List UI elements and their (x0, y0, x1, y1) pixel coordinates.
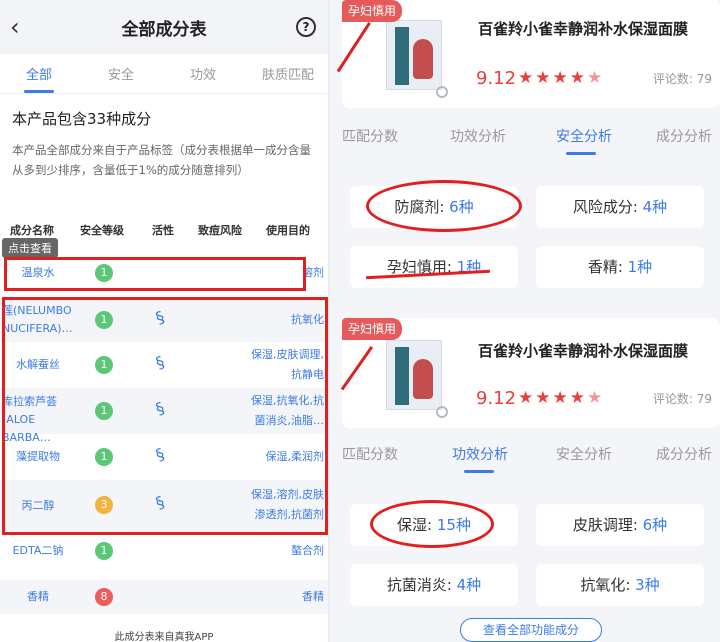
active-tab-indicator (566, 152, 596, 155)
stat-antioxidant[interactable]: 抗氧化: 3种 (536, 564, 704, 606)
packaging-figure (413, 359, 433, 399)
stat-fragrance[interactable]: 香精: 1种 (536, 246, 704, 288)
stat-label: 皮肤调理: (572, 516, 643, 534)
product-name: 百雀羚小雀幸静润补水保湿面膜 (478, 342, 689, 360)
stat-label: 抗菌消炎: (386, 576, 457, 594)
tab-efficacy[interactable]: 功效 (190, 64, 216, 83)
active-tab-indicator (24, 90, 54, 93)
analysis-tabs: 匹配分数 功效分析 安全分析 成分分析 (330, 122, 720, 158)
composite-screenshot: ‹ 全部成分表 ? 全部 安全 功效 肤质匹配 本产品包含33种成分 本产品全部… (0, 0, 720, 642)
annotation-box (4, 257, 306, 291)
tab-ingredient-analysis[interactable]: 成分分析 (656, 126, 712, 146)
stat-value: 3种 (635, 576, 660, 594)
pregnancy-caution-tag: 孕妇慎用 (342, 318, 403, 340)
product-name: 百雀羚小雀幸静润补水保湿面膜 (478, 20, 689, 38)
zoom-icon[interactable] (436, 86, 448, 98)
rating-stars: ★★★★★ (518, 388, 604, 408)
table-row[interactable]: 香精 8 香精 (0, 580, 328, 614)
filter-tabs: 全部 安全 功效 肤质匹配 (0, 54, 328, 94)
header-purpose: 使用目的 (266, 224, 310, 237)
ingredient-purpose: 螯合剂 (291, 544, 324, 557)
ingredient-name[interactable]: 香精 (0, 588, 76, 606)
stat-value: 4种 (642, 198, 668, 216)
star-icon: ★★★★ (518, 388, 587, 408)
view-all-functions-button[interactable]: 查看全部功能成分 (460, 618, 602, 642)
rating-stars: ★★★★★ (518, 68, 604, 88)
tab-efficacy-analysis[interactable]: 功效分析 (450, 126, 506, 146)
tab-skin-match[interactable]: 肤质匹配 (262, 64, 314, 83)
tab-match-score[interactable]: 匹配分数 (342, 126, 398, 146)
safety-level-badge: 1 (95, 542, 113, 560)
header-safety-level: 安全等级 (80, 224, 124, 237)
product-analysis-panel: 百雀羚小雀幸静润补水保湿面膜 9.12 ★★★★★ 评论数: 79 孕妇慎用 匹… (330, 0, 720, 642)
annotation-circle (366, 180, 522, 232)
product-score: 9.12 (476, 388, 517, 409)
ingredient-purpose: 香精 (302, 590, 324, 603)
summary-title: 本产品包含33种成分 (12, 110, 152, 128)
header-name: 成分名称 (10, 224, 54, 237)
stat-pregnancy-caution[interactable]: 孕妇慎用: 1种 (350, 246, 518, 288)
half-star-icon: ★ (586, 388, 605, 408)
product-image (386, 20, 442, 90)
packaging-figure (413, 39, 433, 79)
packaging-stripe (395, 347, 409, 405)
tab-match-score[interactable]: 匹配分数 (342, 444, 398, 464)
product-score: 9.12 (476, 68, 517, 89)
header-active: 活性 (152, 224, 174, 237)
stat-antibacterial[interactable]: 抗菌消炎: 4种 (350, 564, 518, 606)
stat-label: 香精: (587, 258, 628, 276)
stat-risk-ingredients[interactable]: 风险成分: 4种 (536, 186, 704, 228)
active-tab-indicator (464, 470, 494, 473)
tab-efficacy-analysis[interactable]: 功效分析 (452, 444, 508, 464)
stat-value: 6种 (642, 516, 668, 534)
safety-level-badge: 8 (95, 588, 113, 606)
stat-value: 1种 (627, 258, 653, 276)
help-icon[interactable]: ? (296, 17, 316, 37)
product-image (386, 340, 442, 410)
stat-value: 4种 (456, 576, 482, 594)
page-title: 全部成分表 (121, 20, 207, 40)
annotation-circle (370, 500, 494, 548)
packaging-stripe (395, 27, 409, 85)
nav-bar: ‹ 全部成分表 ? (0, 0, 328, 54)
ingredient-list-panel: ‹ 全部成分表 ? 全部 安全 功效 肤质匹配 本产品包含33种成分 本产品全部… (0, 0, 328, 642)
summary-description: 本产品全部成分来自于产品标签（成分表根据单一成分含量从多到少排序，含量低于1%的… (12, 143, 311, 177)
stat-label: 抗氧化: (580, 576, 636, 594)
tab-all[interactable]: 全部 (26, 64, 52, 83)
review-count[interactable]: 评论数: 79 (653, 390, 712, 407)
tab-safety-analysis[interactable]: 安全分析 (556, 126, 612, 146)
stat-skin-conditioning[interactable]: 皮肤调理: 6种 (536, 504, 704, 546)
pregnancy-caution-tag: 孕妇慎用 (342, 0, 403, 22)
star-icon: ★★★★ (518, 68, 587, 88)
header-acne-risk: 致痘风险 (198, 224, 242, 237)
annotation-box (2, 297, 328, 535)
tab-safety[interactable]: 安全 (108, 64, 134, 83)
review-count[interactable]: 评论数: 79 (653, 70, 712, 87)
tab-ingredient-analysis[interactable]: 成分分析 (656, 444, 712, 464)
tooltip: 点击查看 (2, 238, 58, 258)
zoom-icon[interactable] (436, 406, 448, 418)
tab-safety-analysis[interactable]: 安全分析 (556, 444, 612, 464)
stat-label: 风险成分: (572, 198, 643, 216)
table-row[interactable]: EDTA二钠 1 螯合剂 (0, 536, 328, 568)
ingredient-name[interactable]: EDTA二钠 (0, 542, 76, 560)
half-star-icon: ★ (586, 68, 605, 88)
source-note: 此成分表来自真我APP (114, 632, 214, 642)
analysis-tabs: 匹配分数 功效分析 安全分析 成分分析 (330, 440, 720, 476)
